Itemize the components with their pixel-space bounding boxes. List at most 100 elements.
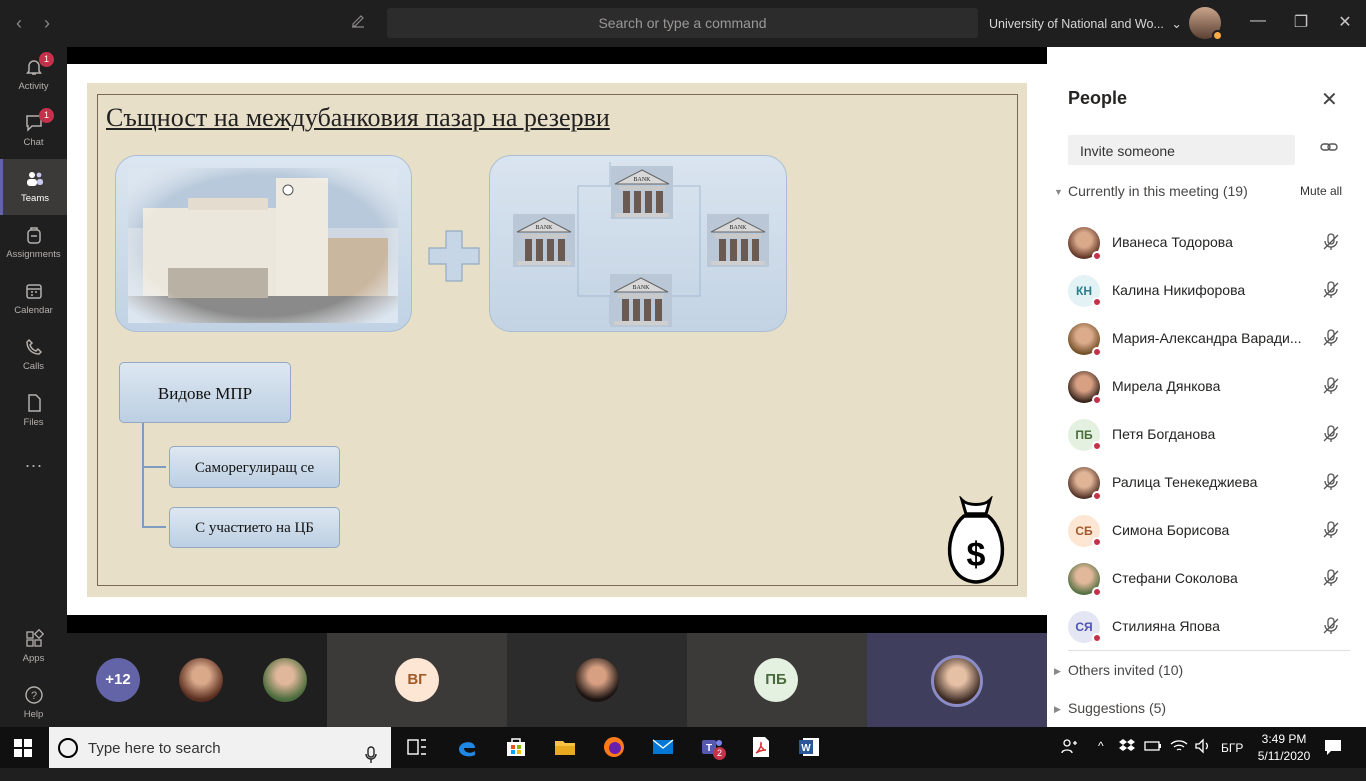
chevron-down-icon: ⌄	[1171, 17, 1182, 31]
rail-more[interactable]: ···	[0, 447, 67, 487]
participant-row[interactable]: СБ Симона Борисова	[1047, 507, 1366, 555]
participant-row[interactable]: Иванеса Тодорова	[1047, 219, 1366, 267]
close-icon[interactable]: ✕	[1321, 87, 1338, 112]
store-icon[interactable]	[504, 735, 528, 759]
rail-help[interactable]: ? Help	[0, 675, 67, 731]
volume-icon[interactable]	[1194, 738, 1218, 762]
profile-avatar[interactable]	[1189, 7, 1223, 41]
status-busy-icon	[1092, 297, 1102, 307]
rail-chat[interactable]: 1 Chat	[0, 103, 67, 159]
status-busy-icon	[1092, 395, 1102, 405]
suggestions-toggle[interactable]: Suggestions (5)	[1068, 700, 1166, 716]
participant-row[interactable]: КН Калина Никифорова	[1047, 267, 1366, 315]
mic-muted-icon	[1321, 616, 1341, 636]
participant-tile[interactable]: +12	[67, 633, 327, 727]
rail-assignments[interactable]: Assignments	[0, 215, 67, 271]
svg-text:W: W	[801, 743, 811, 754]
panel-title: People	[1068, 88, 1128, 108]
participant-row[interactable]: Мирела Дянкова	[1047, 363, 1366, 411]
clock[interactable]: 3:49 PM 5/11/2020	[1254, 732, 1314, 763]
participant-tile[interactable]: ВГ	[327, 633, 507, 727]
bank-label: BANK	[632, 285, 650, 291]
mic-muted-icon	[1321, 424, 1341, 444]
rail-calendar[interactable]: Calendar	[0, 271, 67, 327]
status-busy-icon	[1092, 441, 1102, 451]
org-name: University of National and Wo...	[989, 17, 1164, 31]
back-arrow-icon[interactable]: ‹	[10, 13, 28, 34]
participant-name: Стилияна Япова	[1112, 618, 1220, 634]
org-switcher[interactable]: University of National and Wo... ⌄	[989, 16, 1182, 31]
overflow-participants[interactable]: +12	[96, 658, 140, 702]
people-tray-icon[interactable]	[1060, 737, 1084, 761]
battery-icon[interactable]	[1144, 739, 1168, 763]
participant-row[interactable]: СЯ Стилияна Япова	[1047, 603, 1366, 651]
close-window-icon[interactable]: ✕	[1335, 12, 1355, 32]
participant-row[interactable]: ПБ Петя Богданова	[1047, 411, 1366, 459]
status-busy-icon	[1092, 347, 1102, 357]
windows-start-icon[interactable]	[14, 739, 32, 762]
bank-label: BANK	[729, 225, 747, 231]
clock-date: 5/11/2020	[1257, 749, 1311, 763]
current-section-toggle[interactable]: Currently in this meeting (19)	[1068, 183, 1248, 199]
file-explorer-icon[interactable]	[553, 735, 577, 759]
rail-activity[interactable]: 1 Activity	[0, 47, 67, 103]
edge-icon[interactable]	[455, 735, 479, 759]
participant-tile[interactable]	[507, 633, 687, 727]
taskbar-search-input[interactable]: Type here to search	[49, 727, 391, 768]
participant-name: Иванеса Тодорова	[1112, 234, 1233, 250]
bank-building-image	[128, 168, 398, 323]
rail-files[interactable]: Files	[0, 383, 67, 439]
rail-apps[interactable]: Apps	[0, 619, 67, 675]
microphone-icon[interactable]	[365, 738, 377, 781]
participant-tile[interactable]: ПБ	[687, 633, 867, 727]
bank-icon: BANK	[610, 274, 672, 327]
mic-muted-icon	[1321, 472, 1341, 492]
participant-name: Калина Никифорова	[1112, 282, 1246, 298]
participant-tile-self[interactable]	[867, 633, 1047, 727]
teams-icon	[25, 169, 45, 189]
compose-icon[interactable]	[350, 13, 366, 34]
rail-calls[interactable]: Calls	[0, 327, 67, 383]
link-icon[interactable]	[1320, 140, 1338, 159]
dropbox-icon[interactable]	[1118, 738, 1142, 762]
participant-row[interactable]: Мария-Александра Варади...	[1047, 315, 1366, 363]
participant-row[interactable]: Стефани Соколова	[1047, 555, 1366, 603]
forward-arrow-icon[interactable]: ›	[38, 13, 56, 34]
notification-center-icon[interactable]	[1323, 737, 1347, 761]
pdf-reader-icon[interactable]	[749, 735, 773, 759]
firefox-icon[interactable]	[602, 735, 626, 759]
windows-taskbar: Type here to search T 2 W ^ БГР 3:49 PM …	[0, 727, 1366, 768]
participant-avatar	[575, 658, 619, 702]
bank-icon: BANK	[513, 214, 575, 267]
participant-avatar: ПБ	[754, 658, 798, 702]
task-view-icon[interactable]	[405, 735, 429, 759]
slide-title: Същност на междубанковия пазар на резерв…	[106, 103, 610, 132]
phone-icon	[24, 337, 44, 357]
word-icon[interactable]: W	[797, 735, 821, 759]
language-indicator[interactable]: БГР	[1221, 741, 1243, 755]
rail-teams[interactable]: Teams	[0, 159, 67, 215]
invite-input[interactable]: Invite someone	[1068, 135, 1295, 165]
cortana-circle-icon	[58, 738, 78, 758]
participant-avatar[interactable]	[179, 658, 223, 702]
mail-icon[interactable]	[651, 735, 675, 759]
status-busy-icon	[1092, 251, 1102, 261]
command-search-input[interactable]: Search or type a command	[387, 8, 978, 38]
dollar-sign: $	[967, 536, 986, 574]
show-hidden-icons[interactable]: ^	[1098, 739, 1104, 753]
others-invited-toggle[interactable]: Others invited (10)	[1068, 662, 1183, 678]
status-busy-icon	[1092, 633, 1102, 643]
teams-app-icon[interactable]: T 2	[700, 735, 726, 760]
mute-all-button[interactable]: Mute all	[1300, 184, 1342, 198]
tree-connector	[142, 423, 144, 528]
title-bar: ‹ › Search or type a command University …	[0, 0, 1366, 47]
people-panel: People ✕ Invite someone ▼ Currently in t…	[1047, 47, 1366, 727]
mic-muted-icon	[1321, 520, 1341, 540]
bank-label: BANK	[535, 225, 553, 231]
participant-row[interactable]: Ралица Тенекеджиева	[1047, 459, 1366, 507]
minimize-icon[interactable]: —	[1248, 12, 1268, 30]
maximize-icon[interactable]: ❐	[1291, 12, 1311, 32]
calendar-icon	[24, 281, 44, 301]
wifi-icon[interactable]	[1170, 738, 1194, 762]
participant-avatar[interactable]	[263, 658, 307, 702]
